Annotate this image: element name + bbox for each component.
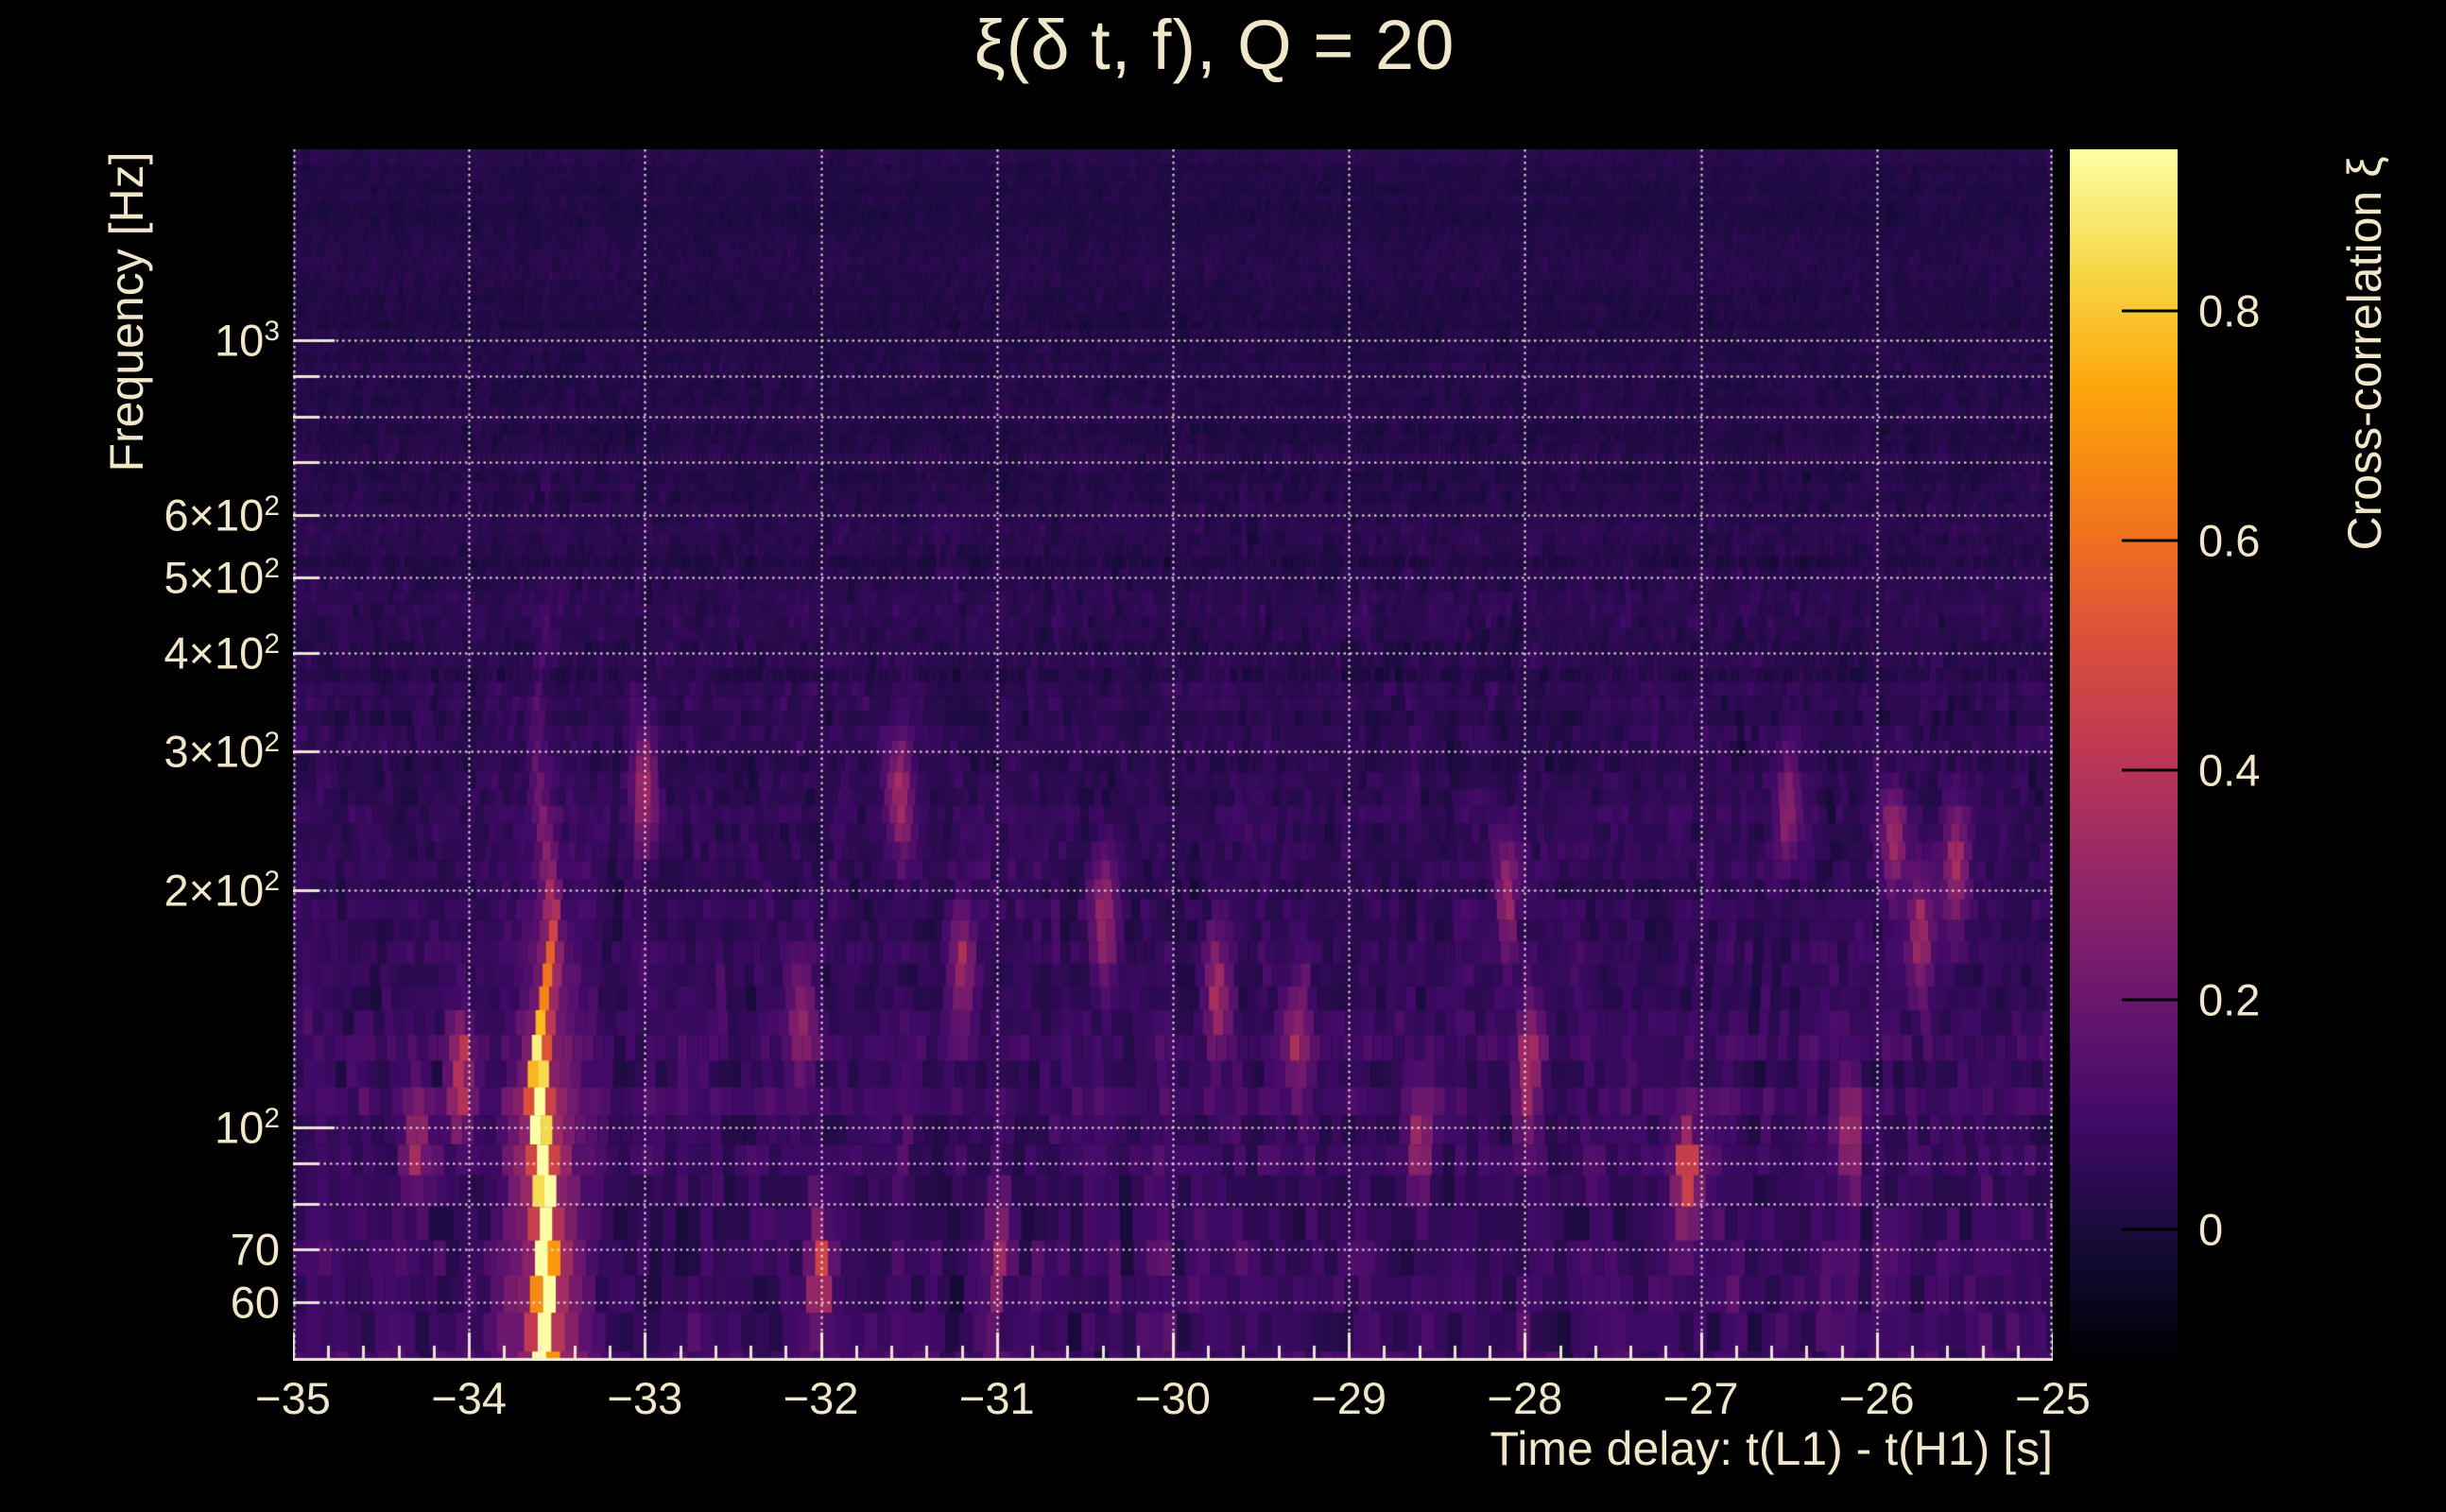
colorbar-tick-label: 0.8 <box>2198 285 2261 336</box>
y-tick-label: 5×102 <box>164 552 280 603</box>
colorbar-tick-mark <box>2122 1228 2180 1231</box>
y-axis-title-text: Frequency [Hz] <box>100 151 153 472</box>
y-tick-exponent: 2 <box>264 866 280 897</box>
y-tick-exponent: 2 <box>264 727 280 759</box>
y-tick-exponent: 3 <box>264 315 280 347</box>
colorbar-tick-mark <box>2122 309 2180 313</box>
spectrogram-heatmap <box>293 149 2053 1361</box>
colorbar-tick-label: 0 <box>2198 1204 2224 1255</box>
y-tick-label: 103 <box>215 315 280 366</box>
y-tick-label: 60 <box>230 1277 280 1328</box>
y-tick-exponent: 2 <box>264 1102 280 1134</box>
chart-title: ξ(δ t, f), Q = 20 <box>973 6 1456 84</box>
plot-area <box>293 149 2053 1361</box>
colorbar-tick-mark <box>2122 998 2180 1002</box>
x-tick-label: −33 <box>607 1373 683 1423</box>
y-tick-label: 3×102 <box>164 726 280 777</box>
x-tick-label: −31 <box>958 1373 1035 1423</box>
x-tick-label: −34 <box>431 1373 508 1423</box>
x-axis-title: Time delay: t(L1) - t(H1) [s] <box>1490 1422 2053 1475</box>
x-tick-label: −28 <box>1487 1373 1563 1423</box>
colorbar-tick-label: 0.6 <box>2198 515 2261 566</box>
y-tick-label: 6×102 <box>164 490 280 541</box>
figure-canvas: { "chart_data": { "type": "heatmap", "ti… <box>0 0 2446 1512</box>
x-tick-label: −26 <box>1838 1373 1915 1423</box>
colorbar-tick-mark <box>2122 768 2180 772</box>
y-tick-label: 2×102 <box>164 865 280 916</box>
colorbar-tick-mark <box>2122 539 2180 542</box>
x-tick-label: −35 <box>255 1373 331 1423</box>
colorbar-tick-label: 0.2 <box>2198 974 2261 1025</box>
y-tick-label: 102 <box>215 1102 280 1153</box>
x-tick-label: −30 <box>1135 1373 1211 1423</box>
x-tick-label: −32 <box>783 1373 859 1423</box>
y-tick-label: 4×102 <box>164 627 280 679</box>
y-tick-label: 70 <box>230 1224 280 1275</box>
x-tick-label: −29 <box>1311 1373 1387 1423</box>
colorbar-tick-label: 0.4 <box>2198 745 2261 796</box>
x-tick-label: −27 <box>1662 1373 1739 1423</box>
y-tick-exponent: 2 <box>264 628 280 661</box>
y-tick-exponent: 2 <box>264 552 280 584</box>
y-tick-exponent: 2 <box>264 490 280 522</box>
colorbar-title-text: Cross-correlation ξ <box>2338 156 2391 551</box>
colorbar-gradient <box>2070 149 2178 1361</box>
x-tick-label: −25 <box>2015 1373 2091 1423</box>
